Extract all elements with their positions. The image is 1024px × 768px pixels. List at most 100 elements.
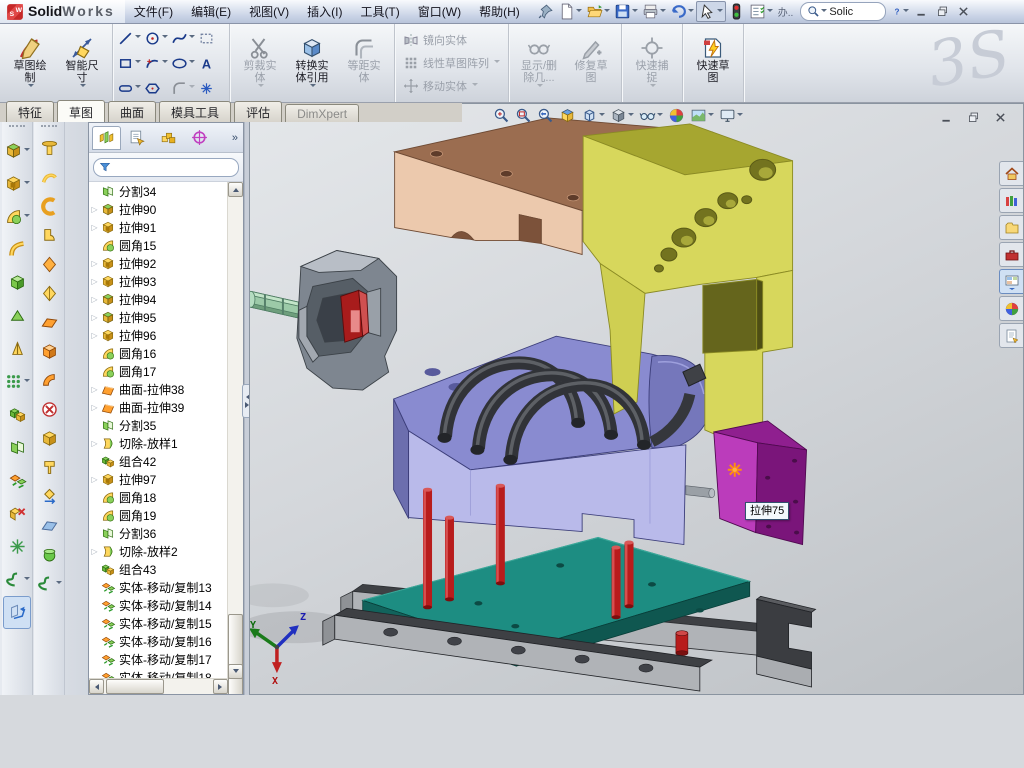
- search-input[interactable]: [827, 5, 879, 19]
- tree-item-切除-放样1[interactable]: ▷切除-放样1: [89, 434, 228, 452]
- feature-tool-combine[interactable]: [3, 398, 31, 431]
- tb-rebuild-button[interactable]: [726, 2, 747, 21]
- tree-item-拉伸90[interactable]: ▷拉伸90: [89, 200, 228, 218]
- tree-item-实体-移动/复制17[interactable]: 实体-移动/复制17: [89, 650, 228, 668]
- tp-palette-tab[interactable]: [999, 269, 1023, 294]
- ribbon-button-智能尺寸[interactable]: 智能尺寸: [56, 36, 108, 90]
- feature-tool-move-copy[interactable]: [3, 464, 31, 497]
- sketch-entity-sk-rect[interactable]: [117, 51, 144, 76]
- part-guide-pin[interactable]: [686, 486, 715, 498]
- sketch-entity-sk-slot[interactable]: [117, 76, 144, 101]
- tree-item-拉伸96[interactable]: ▷拉伸96: [89, 326, 228, 344]
- feature-tool-cube-orange[interactable]: [35, 337, 63, 366]
- toolbar-drag-handle[interactable]: [41, 125, 57, 132]
- tree-item-实体-移动/复制13[interactable]: 实体-移动/复制13: [89, 578, 228, 596]
- menu-item[interactable]: 插入(I): [298, 1, 351, 22]
- tree-horizontal-scrollbar[interactable]: [89, 678, 228, 694]
- tp-toolbox-tab[interactable]: [999, 242, 1023, 267]
- tab-模具工具[interactable]: 模具工具: [159, 101, 231, 122]
- minimize-button[interactable]: [913, 4, 930, 19]
- help-button[interactable]: ?: [892, 4, 909, 19]
- tree-item-切除-放样2[interactable]: ▷切除-放样2: [89, 542, 228, 560]
- expand-arrow[interactable]: ▷: [89, 385, 100, 394]
- hu-settings-button[interactable]: [719, 107, 743, 124]
- part-base-end-block[interactable]: [757, 596, 816, 687]
- menu-item[interactable]: 窗口(W): [409, 1, 470, 22]
- scroll-up-button[interactable]: [228, 182, 243, 197]
- toolbar-drag-handle[interactable]: [9, 125, 25, 132]
- tree-item-圆角19[interactable]: 圆角19: [89, 506, 228, 524]
- tab-特征[interactable]: 特征: [6, 101, 54, 122]
- tree-item-拉伸95[interactable]: ▷拉伸95: [89, 308, 228, 326]
- feature-tool-boot[interactable]: [35, 221, 63, 250]
- hu-section-button[interactable]: [559, 107, 576, 124]
- tab-草图[interactable]: 草图: [57, 100, 105, 122]
- feature-tool-draft[interactable]: [3, 332, 31, 365]
- mgr-features-tab[interactable]: [92, 126, 121, 150]
- tree-item-拉伸91[interactable]: ▷拉伸91: [89, 218, 228, 236]
- tb-print-button[interactable]: [640, 2, 668, 21]
- tp-props-tab[interactable]: [999, 323, 1023, 348]
- sketch-entity-sk-text[interactable]: A: [198, 51, 225, 76]
- feature-tool-surf-flat[interactable]: [35, 511, 63, 540]
- tb-new-button[interactable]: [556, 2, 584, 21]
- tree-item-拉伸94[interactable]: ▷拉伸94: [89, 290, 228, 308]
- menu-item[interactable]: 编辑(E): [182, 1, 240, 22]
- feature-tool-instant3d[interactable]: [3, 596, 31, 629]
- tree-item-分割34[interactable]: 分割34: [89, 182, 228, 200]
- scroll-down-button[interactable]: [228, 664, 243, 679]
- scroll-left-button[interactable]: [89, 679, 104, 694]
- ribbon-button-快速草图[interactable]: 快速草图: [687, 36, 739, 90]
- mgr-config-tab[interactable]: [154, 126, 183, 150]
- feature-tool-delete-body[interactable]: [3, 497, 31, 530]
- feature-tool-fillet[interactable]: [3, 200, 31, 233]
- toolbar-overflow[interactable]: 办..: [778, 4, 794, 19]
- mgr-props-tab[interactable]: [123, 126, 152, 150]
- scroll-thumb[interactable]: [228, 614, 243, 694]
- hu-prev-button[interactable]: [537, 107, 554, 124]
- sketch-entity-sk-point[interactable]: [198, 76, 225, 101]
- feature-tool-squiggle[interactable]: [35, 569, 63, 598]
- mgr-dimx-tab[interactable]: [185, 126, 214, 150]
- feature-tool-diamond2[interactable]: [35, 279, 63, 308]
- feature-tool-pattern[interactable]: [3, 365, 31, 398]
- expand-arrow[interactable]: ▷: [89, 223, 100, 232]
- tree-item-实体-移动/复制16[interactable]: 实体-移动/复制16: [89, 632, 228, 650]
- part-gray-clamp[interactable]: [297, 251, 397, 391]
- tree-item-圆角18[interactable]: 圆角18: [89, 488, 228, 506]
- tree-item-曲面-拉伸39[interactable]: ▷曲面-拉伸39: [89, 398, 228, 416]
- expand-arrow[interactable]: ▷: [89, 331, 100, 340]
- tree-item-组合43[interactable]: 组合43: [89, 560, 228, 578]
- tab-曲面[interactable]: 曲面: [108, 101, 156, 122]
- feature-tool-cube-green[interactable]: [3, 266, 31, 299]
- feature-tool-wedge[interactable]: [3, 299, 31, 332]
- close-button[interactable]: [955, 4, 972, 19]
- feature-tool-swept[interactable]: [3, 233, 31, 266]
- tree-item-圆角16[interactable]: 圆角16: [89, 344, 228, 362]
- expand-arrow[interactable]: ▷: [89, 277, 100, 286]
- hu-orient-button[interactable]: [581, 107, 605, 124]
- tb-pin-button[interactable]: [535, 2, 556, 21]
- expand-arrow[interactable]: ▷: [89, 439, 100, 448]
- expand-arrow[interactable]: ▷: [89, 475, 100, 484]
- feature-tool-yoke[interactable]: [35, 453, 63, 482]
- hu-hideshow-button[interactable]: [639, 107, 663, 124]
- tree-item-分割35[interactable]: 分割35: [89, 416, 228, 434]
- tree-item-拉伸93[interactable]: ▷拉伸93: [89, 272, 228, 290]
- tab-DimXpert[interactable]: DimXpert: [285, 104, 359, 122]
- tree-item-拉伸97[interactable]: ▷拉伸97: [89, 470, 228, 488]
- tree-item-圆角15[interactable]: 圆角15: [89, 236, 228, 254]
- feature-tool-squiggle[interactable]: [3, 563, 31, 596]
- tp-home-tab[interactable]: [999, 161, 1023, 186]
- tree-item-曲面-拉伸38[interactable]: ▷曲面-拉伸38: [89, 380, 228, 398]
- sketch-entity-sk-lasso[interactable]: [198, 26, 225, 51]
- tp-appear-tab[interactable]: [999, 296, 1023, 321]
- tb-open-button[interactable]: [584, 2, 612, 21]
- feature-tool-delete-red[interactable]: [35, 395, 63, 424]
- expand-arrow[interactable]: ▷: [89, 403, 100, 412]
- scroll-thumb[interactable]: [106, 679, 164, 694]
- tab-评估[interactable]: 评估: [234, 101, 282, 122]
- expand-arrow[interactable]: ▷: [89, 205, 100, 214]
- feature-tool-diamond[interactable]: [35, 250, 63, 279]
- tb-save-button[interactable]: [612, 2, 640, 21]
